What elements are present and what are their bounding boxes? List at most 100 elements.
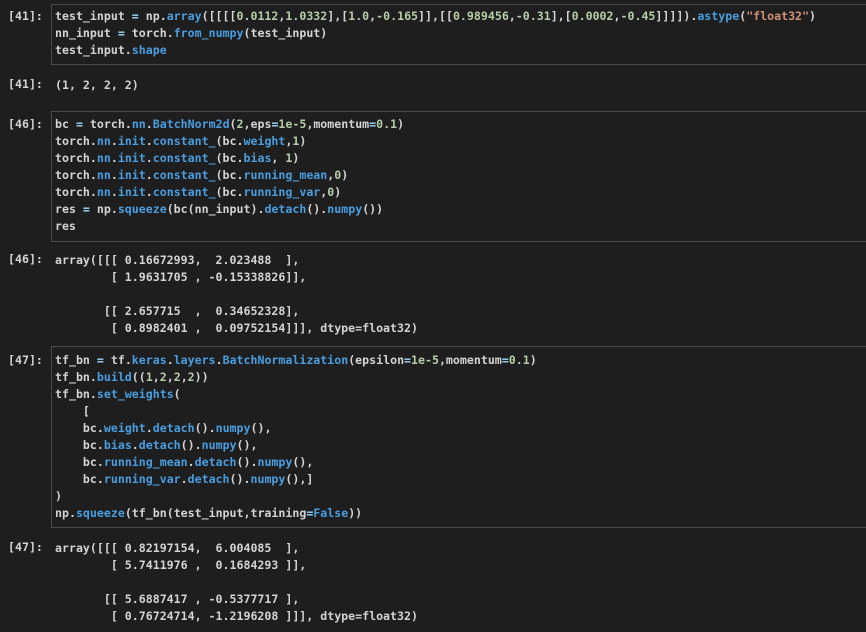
code-token: bc <box>55 117 76 131</box>
code-token: (test_input) <box>243 26 328 40</box>
code-token: running_mean <box>243 168 328 182</box>
code-token: ( <box>173 387 181 401</box>
code-token: constant_ <box>152 134 216 148</box>
code-token: nn_input <box>55 26 118 40</box>
code-token: np. <box>55 506 76 520</box>
code-token: , <box>166 370 174 384</box>
code-token: -0.31 <box>515 9 551 23</box>
code-line: bc.running_var.detach().numpy(),] <box>55 471 537 488</box>
code-text[interactable]: test_input = np.array([[[[0.0112, 1.0332]… <box>55 8 816 59</box>
code-token: 1e-5 <box>278 117 307 131</box>
code-token: torch. <box>82 117 132 131</box>
code-cell-41[interactable]: [41]: test_input = np.array([[[[0.0112, 1… <box>0 0 866 66</box>
code-token: "float32" <box>746 9 810 23</box>
code-token: weight <box>243 134 286 148</box>
output-line: [ 0.76724714, -1.2196208 ]]], dtype=floa… <box>55 609 418 623</box>
code-token: , <box>152 370 160 384</box>
output-line: [ 1.9631705 , -0.15338826]], <box>55 270 307 284</box>
code-token: 1 <box>145 370 153 384</box>
code-token: bc. <box>55 455 104 469</box>
code-token: init <box>117 134 146 148</box>
code-token: )) <box>194 370 209 384</box>
code-line: tf_bn.build((1,2,2,2)) <box>55 369 537 386</box>
code-token: ,momentum <box>306 117 370 131</box>
code-cell-46[interactable]: [46]: bc = torch.nn.BatchNorm2d(2,eps=1e… <box>0 108 866 243</box>
code-text[interactable]: bc = torch.nn.BatchNorm2d(2,eps=1e-5,mom… <box>55 116 404 235</box>
code-token: ) <box>397 117 405 131</box>
output-line: [ 0.8982401 , 0.09752154]]], dtype=float… <box>55 321 418 335</box>
code-token: (bc. <box>215 134 244 148</box>
code-token: keras <box>131 353 167 367</box>
code-token: (bc. <box>215 185 244 199</box>
code-line: res <box>55 218 404 235</box>
code-token: (). <box>180 438 202 452</box>
code-line: res = np.squeeze(bc(nn_input).detach().n… <box>55 201 404 218</box>
code-token: ,eps <box>243 117 272 131</box>
code-token: np. <box>89 202 118 216</box>
code-token: 0.989456 <box>452 9 509 23</box>
code-token: (), <box>292 455 314 469</box>
code-token: squeeze <box>117 202 167 216</box>
code-token: BatchNorm2d <box>152 117 230 131</box>
code-token: [ <box>55 404 90 418</box>
code-text[interactable]: tf_bn = tf.keras.layers.BatchNormalizati… <box>55 352 537 522</box>
code-token: (), <box>250 421 272 435</box>
code-token: running_mean <box>103 455 188 469</box>
code-token: torch. <box>124 26 174 40</box>
code-token: = <box>131 9 139 23</box>
code-token: detach <box>264 202 307 216</box>
code-line: [ <box>55 403 537 420</box>
code-token: running_var <box>243 185 321 199</box>
code-token: ) <box>529 353 537 367</box>
code-line: nn_input = torch.from_numpy(test_input) <box>55 25 816 42</box>
code-token: ) <box>55 489 62 503</box>
code-token: layers <box>173 353 216 367</box>
code-token: . <box>110 168 118 182</box>
code-token: torch. <box>55 168 97 182</box>
code-token: numpy <box>201 438 237 452</box>
code-cell-47[interactable]: [47]: tf_bn = tf.keras.layers.BatchNorma… <box>0 345 866 530</box>
code-token: 0.1 <box>376 117 398 131</box>
code-line: ) <box>55 488 537 505</box>
code-token: = <box>501 353 509 367</box>
code-token: ]],[[ <box>418 9 453 23</box>
output-line: [[ 2.657715 , 0.34652328], <box>55 304 300 318</box>
code-token: constant_ <box>152 151 216 165</box>
code-token: ]]]]). <box>655 9 698 23</box>
code-token: array <box>166 9 202 23</box>
code-token: from_numpy <box>173 26 244 40</box>
code-token: ],[ <box>550 9 572 23</box>
code-token: np. <box>138 9 167 23</box>
code-token: . <box>145 168 153 182</box>
code-token: = <box>117 26 125 40</box>
code-token: -0.165 <box>376 9 419 23</box>
code-token: . <box>110 134 118 148</box>
output-line: array([[[ 0.16672993, 2.023488 ], <box>55 253 300 267</box>
code-token: bc. <box>55 472 104 486</box>
output-cell-46: [46]: array([[[ 0.16672993, 2.023488 ], … <box>0 249 866 339</box>
code-token: . <box>110 185 118 199</box>
code-token: 2 <box>187 370 195 384</box>
code-token: (). <box>236 455 258 469</box>
code-line: tf_bn = tf.keras.layers.BatchNormalizati… <box>55 352 537 369</box>
output-line: [[ 5.6887417 , -0.5377717 ], <box>55 592 300 606</box>
code-token: bc. <box>55 421 104 435</box>
code-token: bias <box>103 438 132 452</box>
code-token: ) <box>341 168 349 182</box>
code-line: bc.bias.detach().numpy(), <box>55 437 537 454</box>
output-text: array([[[ 0.82197154, 6.004085 ], [ 5.74… <box>55 540 418 625</box>
code-token: weight <box>103 421 146 435</box>
output-line: [ 5.7411976 , 0.1684293 ]], <box>55 558 307 572</box>
input-prompt: [47]: <box>8 353 43 367</box>
code-token: torch. <box>55 134 97 148</box>
code-token: tf_bn. <box>55 387 97 401</box>
code-token: . <box>110 151 118 165</box>
code-token: set_weights <box>96 387 174 401</box>
code-token: init <box>117 151 146 165</box>
code-token: tf. <box>103 353 132 367</box>
code-line: torch.nn.init.constant_(bc.weight,1) <box>55 133 404 150</box>
code-token: (epsilon <box>348 353 405 367</box>
code-token: 2 <box>236 117 244 131</box>
code-token: nn <box>96 134 111 148</box>
output-prompt: [41]: <box>8 77 43 91</box>
